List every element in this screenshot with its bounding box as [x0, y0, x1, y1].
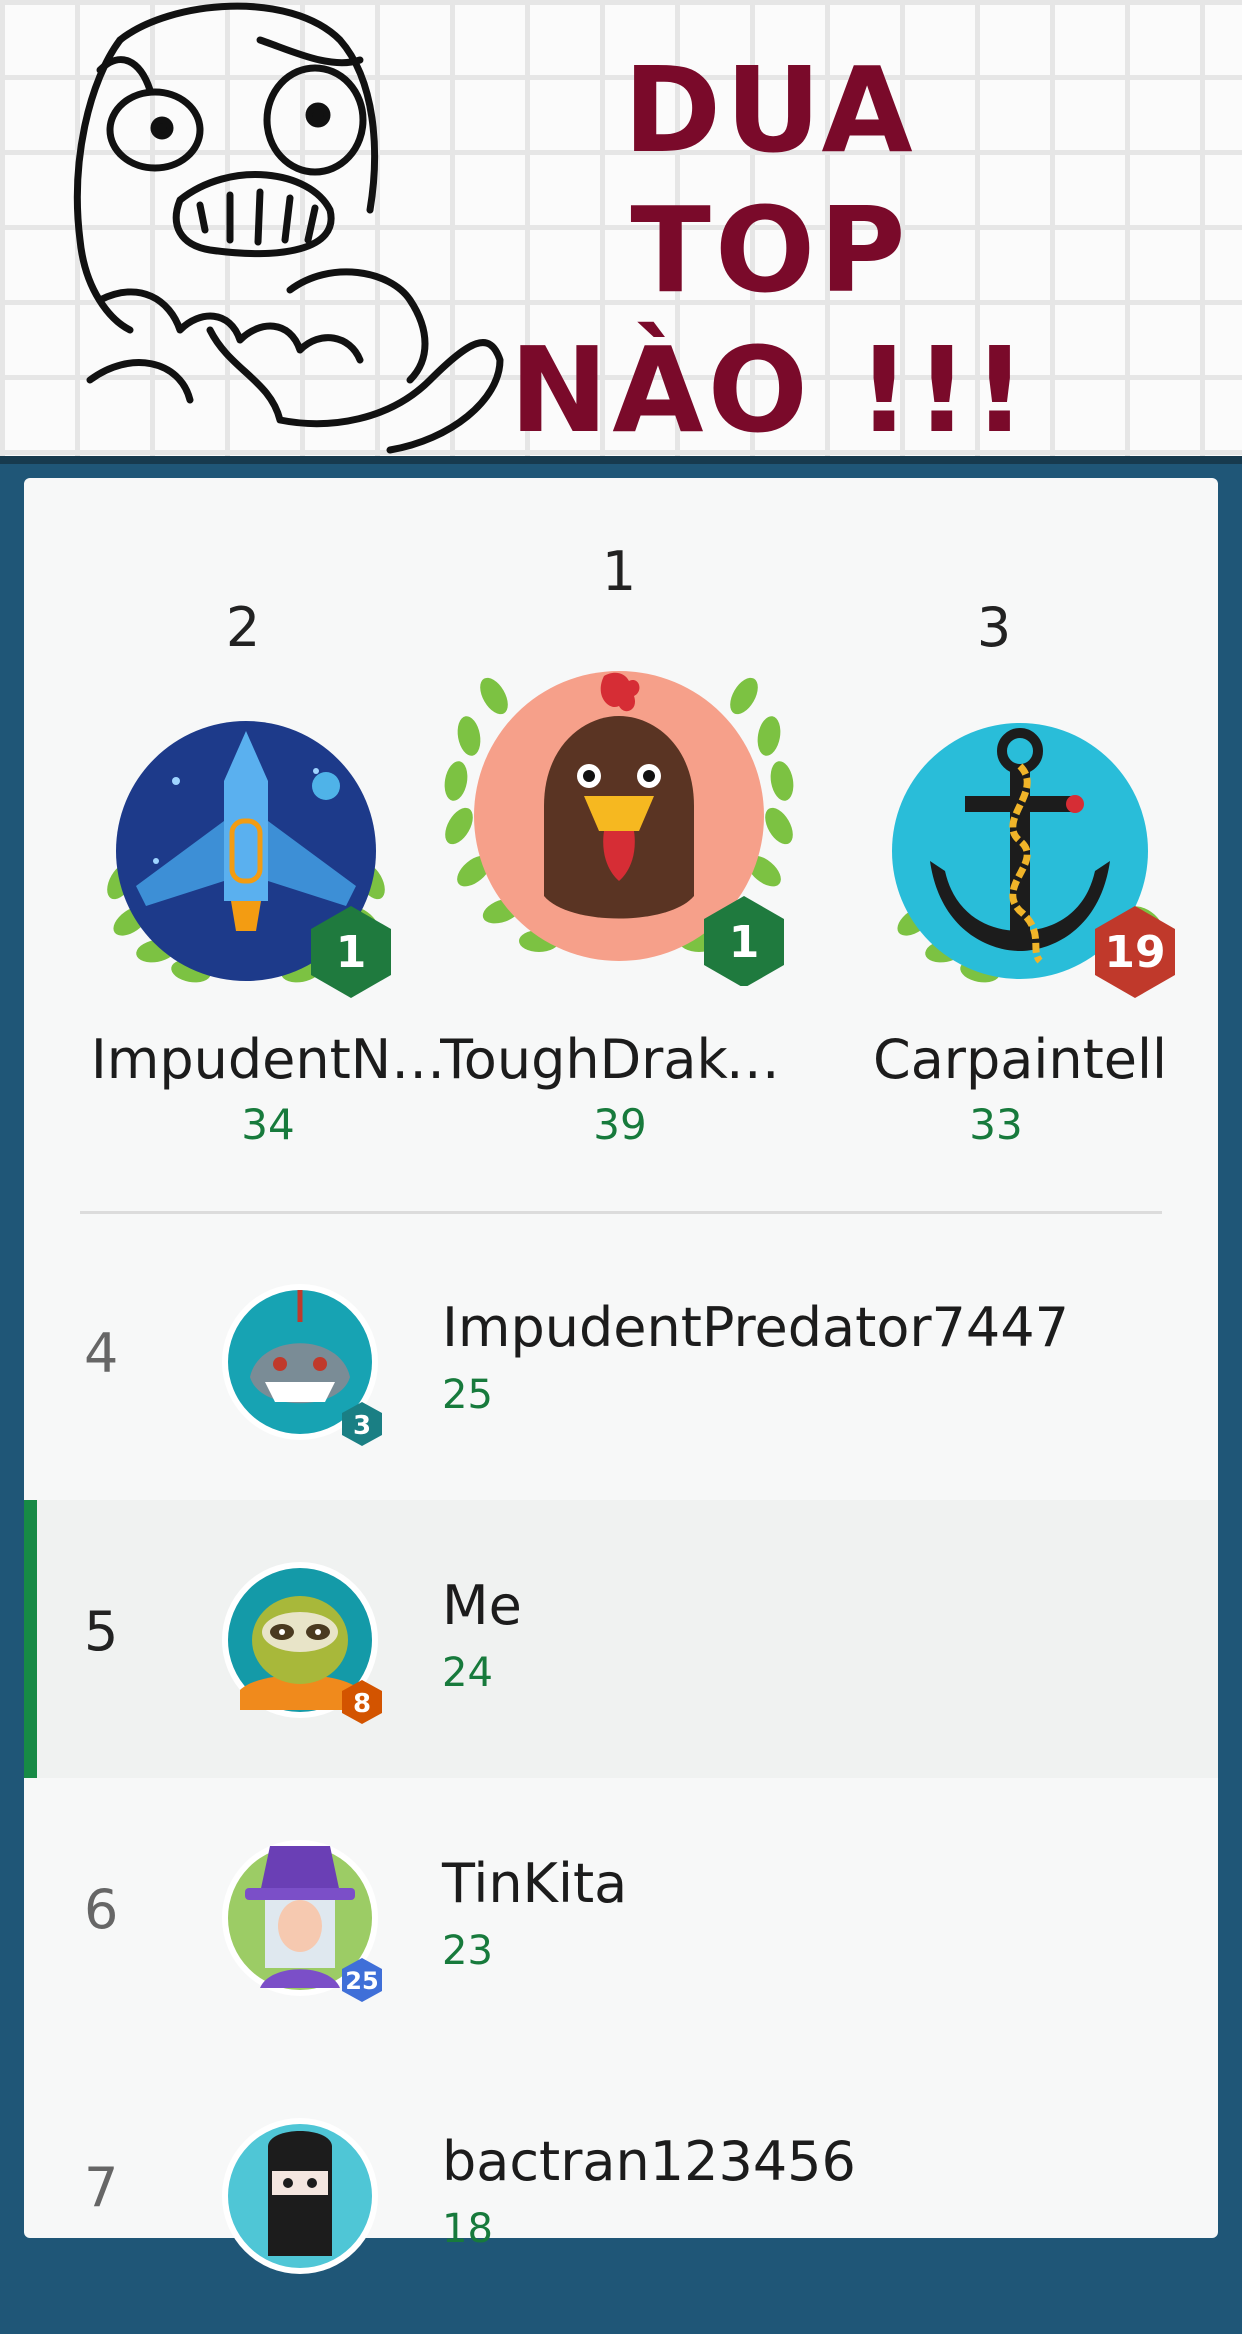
podium-entry-1[interactable]: 1 [434, 656, 804, 986]
row-score: 25 [442, 1372, 493, 1418]
banner-title: DUA TOP NÀO !!! [480, 40, 1060, 456]
level-badge-text: 3 [353, 1411, 371, 1441]
leaderboard-row[interactable]: 7 bactran123456 18 [24, 2056, 1218, 2334]
row-name: ImpudentPredator7447 [442, 1296, 1069, 1359]
level-badge-text: 25 [345, 1967, 378, 1995]
row-name: bactran123456 [442, 2130, 856, 2193]
rage-face-icon [73, 2, 504, 454]
leaderboard-row-current-user[interactable]: 5 8 Me 24 [24, 1500, 1218, 1778]
ninja-icon [222, 2118, 378, 2274]
row-rank: 4 [84, 1322, 119, 1385]
row-rank: 6 [84, 1878, 119, 1941]
podium-entry-3[interactable]: 19 [870, 711, 1190, 1001]
level-badge-text: 1 [336, 927, 367, 978]
row-name: TinKita [442, 1852, 628, 1915]
left-edge [0, 464, 24, 2208]
banner-divider [0, 456, 1242, 464]
podium-score-1: 39 [593, 1100, 647, 1149]
podium-divider [80, 1211, 1162, 1214]
level-badge-text: 1 [729, 917, 760, 968]
row-rank: 5 [84, 1600, 119, 1663]
row-rank: 7 [84, 2156, 119, 2219]
row-score: 24 [442, 1650, 493, 1696]
podium-name-2: ImpudentN… [90, 1028, 446, 1091]
row-score: 23 [442, 1928, 493, 1974]
podium-rank-1: 1 [601, 540, 637, 603]
row-score: 18 [442, 2206, 493, 2252]
leaderboard-row[interactable]: 4 3 ImpudentPredator7447 25 [24, 1222, 1218, 1500]
sloth-icon: 8 [222, 1562, 382, 1724]
level-badge-text: 8 [353, 1689, 371, 1719]
leaderboard-row[interactable]: 6 25 TinKita 23 [24, 1778, 1218, 2056]
podium-score-3: 33 [969, 1100, 1023, 1149]
shark-icon: 3 [222, 1284, 382, 1446]
podium-entry-2[interactable]: 1 [86, 711, 406, 1001]
podium-score-2: 34 [241, 1100, 295, 1149]
right-edge [1218, 464, 1242, 2208]
row-name: Me [442, 1574, 522, 1637]
podium-rank-3: 3 [976, 596, 1012, 659]
banner-title-line2: NÀO !!! [509, 321, 1031, 456]
witch-icon: 25 [222, 1840, 382, 2002]
podium-rank-2: 2 [225, 596, 261, 659]
leaderboard-card: 2 1 ImpudentN… 34 1 1 ToughDrake… 39 3 1… [24, 478, 1218, 2274]
meme-banner: DUA TOP NÀO !!! [0, 0, 1242, 456]
banner-title-line1: DUA TOP [623, 41, 917, 319]
podium-name-3: Carpaintell [873, 1028, 1167, 1091]
level-badge-text: 19 [1104, 927, 1165, 978]
podium-name-1: ToughDrake… [440, 1028, 800, 1091]
